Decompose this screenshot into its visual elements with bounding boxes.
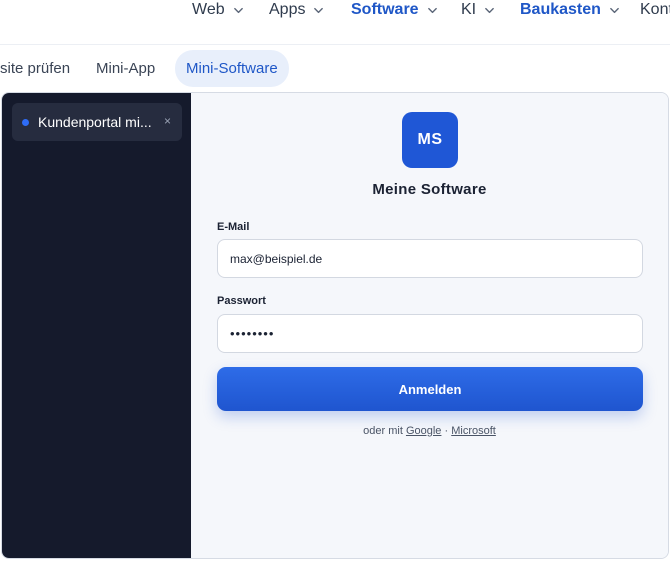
nav-item-software[interactable]: Software xyxy=(351,0,438,20)
alt-login-separator: · xyxy=(444,425,449,437)
close-icon[interactable]: × xyxy=(164,114,171,128)
chevron-down-icon xyxy=(233,5,244,16)
chevron-down-icon xyxy=(609,5,620,16)
sub-tabs: ortal site prüfen Mini-App Mini-Software xyxy=(0,45,670,126)
status-dot-icon xyxy=(22,118,29,126)
tab-mini-software[interactable]: Mini-Software xyxy=(175,50,289,87)
nav-item-label: Kont xyxy=(640,1,670,18)
tab-mini-app[interactable]: Mini-App xyxy=(96,50,155,87)
login-panel: MS Meine Software E-Mail Passwort Anmeld… xyxy=(191,93,668,558)
tab-label: site prüfen xyxy=(0,60,71,77)
microsoft-login-link[interactable]: Microsoft xyxy=(451,425,496,437)
nav-item-apps[interactable]: Apps xyxy=(269,0,324,20)
sidebar-item-kundenportal[interactable]: Kundenportal mi... × xyxy=(12,103,182,141)
password-field[interactable] xyxy=(217,314,643,353)
tab-label: Mini-Software xyxy=(186,60,278,77)
app-title: Meine Software xyxy=(372,181,487,198)
app-logo: MS xyxy=(402,112,458,168)
top-navigation: Web Apps Software KI Baukasten Kont xyxy=(0,0,670,45)
nav-item-label: Web xyxy=(192,1,225,18)
app-preview-frame: Kundenportal mi... × MS Meine Software E… xyxy=(1,92,669,559)
nav-item-label: KI xyxy=(461,1,477,18)
nav-item-baukasten[interactable]: Baukasten xyxy=(520,0,620,20)
nav-item-ki[interactable]: KI xyxy=(461,0,495,20)
password-label: Passwort xyxy=(217,295,266,307)
chevron-down-icon xyxy=(484,5,495,16)
login-button[interactable]: Anmelden xyxy=(217,367,643,411)
tab-website-pruefen[interactable]: site prüfen xyxy=(0,50,70,87)
nav-item-web[interactable]: Web xyxy=(192,0,244,20)
chevron-down-icon xyxy=(427,5,438,16)
tab-label: Mini-App xyxy=(96,60,156,77)
nav-item-kontakt[interactable]: Kont xyxy=(640,0,670,20)
nav-item-label: Baukasten xyxy=(520,1,601,18)
sidebar: Kundenportal mi... × xyxy=(2,93,191,558)
google-login-link[interactable]: Google xyxy=(406,425,441,437)
email-field[interactable] xyxy=(217,239,643,278)
nav-item-label: Software xyxy=(351,1,419,18)
chevron-down-icon xyxy=(313,5,324,16)
email-label: E-Mail xyxy=(217,221,250,233)
sidebar-item-label: Kundenportal mi... xyxy=(38,114,152,130)
alt-login-prefix: oder mit xyxy=(363,425,403,437)
nav-item-label: Apps xyxy=(269,1,306,18)
alternative-login: oder mit Google · Microsoft xyxy=(191,425,668,437)
